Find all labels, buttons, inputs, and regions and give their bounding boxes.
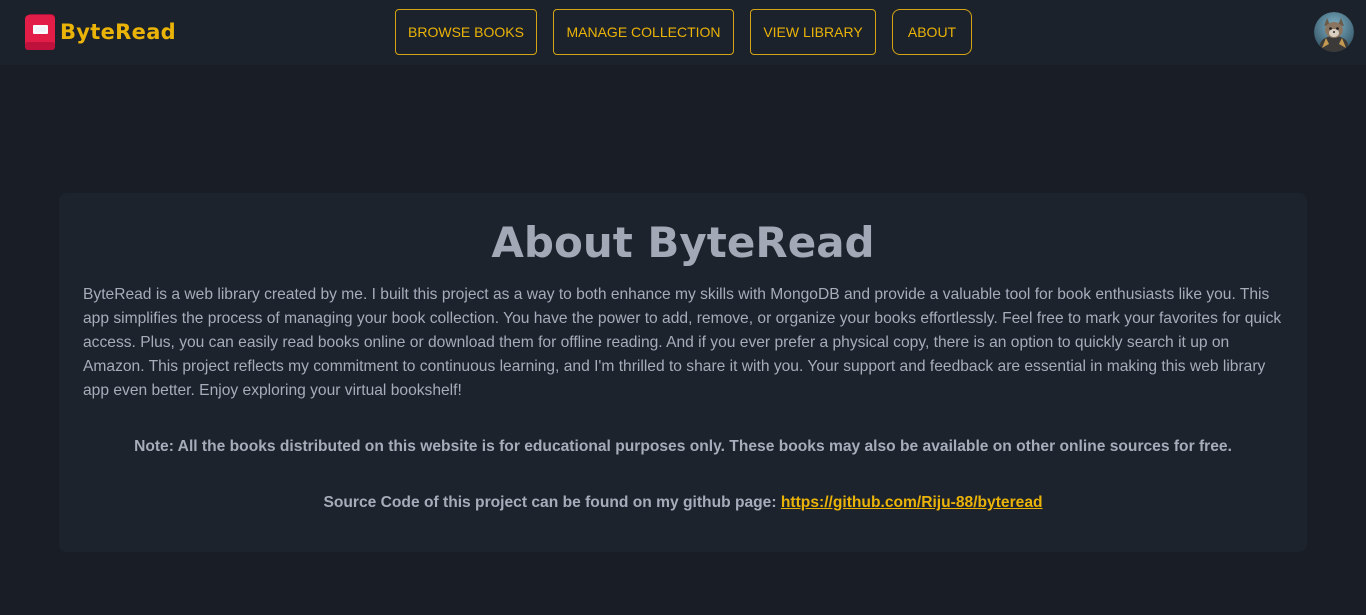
source-code-label: Source Code of this project can be found…	[323, 494, 777, 511]
avatar-image-icon	[1314, 12, 1354, 52]
github-link[interactable]: https://github.com/Riju-88/byteread	[781, 494, 1043, 511]
about-card: About ByteRead ByteRead is a web library…	[59, 193, 1307, 552]
disclaimer-note: Note: All the books distributed on this …	[134, 438, 1232, 455]
source-code-line: Source Code of this project can be found…	[59, 491, 1307, 515]
user-avatar[interactable]	[1314, 12, 1354, 52]
nav-manage-collection-button[interactable]: MANAGE COLLECTION	[553, 9, 734, 55]
page-title: About ByteRead	[491, 218, 875, 267]
nav-browse-books-button[interactable]: BROWSE BOOKS	[395, 9, 537, 55]
about-description: ByteRead is a web library created by me.…	[83, 286, 1282, 399]
nav-about-button[interactable]: ABOUT	[892, 9, 972, 55]
main-navigation: BROWSE BOOKS MANAGE COLLECTION VIEW LIBR…	[395, 9, 972, 55]
nav-view-library-button[interactable]: VIEW LIBRARY	[750, 9, 876, 55]
brand-logo[interactable]: ByteRead	[24, 12, 176, 52]
brand-name: ByteRead	[60, 20, 176, 44]
navbar: ByteRead BROWSE BOOKS MANAGE COLLECTION …	[0, 0, 1366, 65]
book-icon	[25, 14, 55, 50]
